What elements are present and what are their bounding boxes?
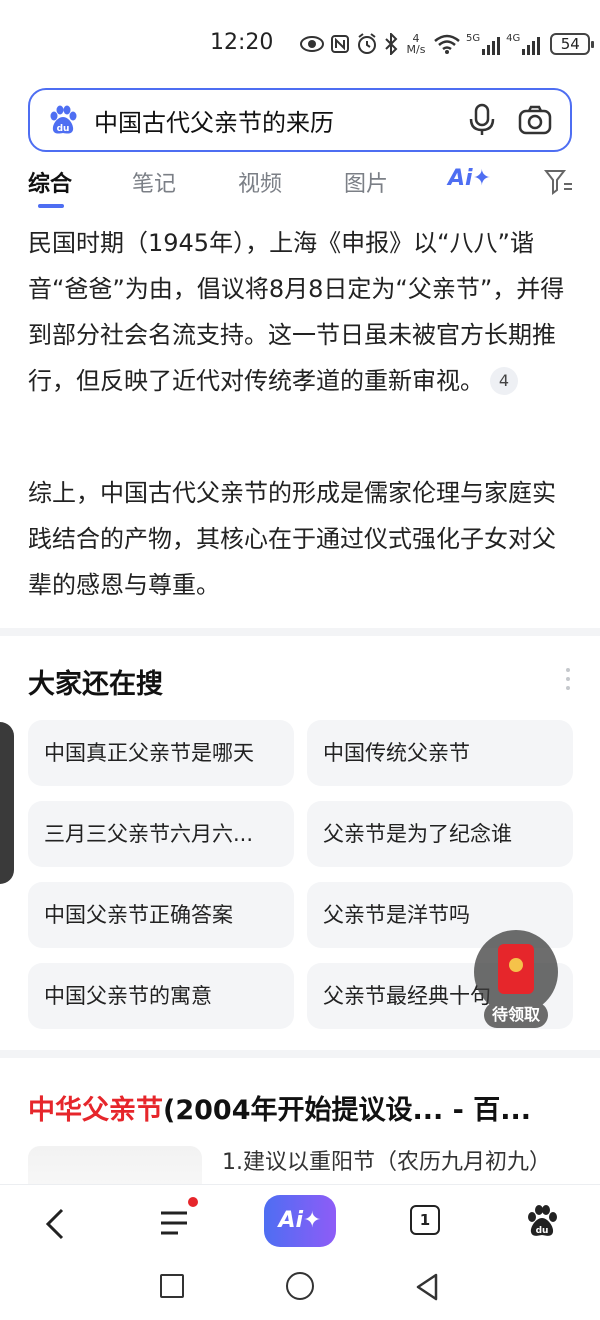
system-nav-bar xyxy=(0,1260,600,1320)
result-title-text: (2004年开始提议设... - 百... xyxy=(163,1095,532,1126)
network-speed: 4 M/s xyxy=(406,32,426,56)
microphone-icon[interactable] xyxy=(468,103,496,137)
search-input[interactable]: 中国古代父亲节的来历 xyxy=(94,103,468,138)
baidu-paw-icon[interactable]: du xyxy=(46,103,80,137)
recent-apps-button[interactable] xyxy=(160,1274,184,1298)
related-searches-title: 大家还在搜 xyxy=(28,669,163,700)
answer-summary: 综上，中国古代父亲节的形成是儒家伦理与家庭实践结合的产物，其核心在于通过仪式强化… xyxy=(28,479,556,599)
related-search-item[interactable]: 中国父亲节的寓意 xyxy=(28,963,294,1029)
battery-icon: 54 xyxy=(550,33,595,55)
status-bar: 12:20 4 M/s 5G 4G 54 xyxy=(0,0,600,84)
menu-icon[interactable] xyxy=(158,1209,190,1237)
nfc-icon xyxy=(331,35,349,53)
search-box[interactable]: du 中国古代父亲节的来历 xyxy=(28,88,572,152)
section-divider xyxy=(0,628,600,636)
more-options-icon[interactable] xyxy=(566,668,572,694)
side-drawer-handle[interactable] xyxy=(0,722,14,884)
system-back-icon[interactable] xyxy=(414,1272,440,1302)
related-search-item[interactable]: 三月三父亲节六月六... xyxy=(28,801,294,867)
filter-icon[interactable] xyxy=(544,168,574,196)
red-envelope-seal xyxy=(509,958,523,972)
signal-icon: 4G xyxy=(506,33,541,55)
tab-notes[interactable]: 笔记 xyxy=(132,166,176,198)
tab-comprehensive[interactable]: 综合 xyxy=(28,166,72,198)
bottom-toolbar: Ai✦ 1 du xyxy=(0,1184,600,1260)
status-icons: 4 M/s 5G 4G 54 xyxy=(300,30,595,58)
active-tab-indicator xyxy=(38,204,64,208)
baidu-home-icon[interactable]: du xyxy=(524,1203,560,1239)
citation-badge[interactable]: 4 xyxy=(490,367,518,395)
notification-dot xyxy=(188,1197,198,1207)
eye-icon xyxy=(300,36,324,52)
back-arrow-icon[interactable] xyxy=(42,1207,70,1241)
home-button[interactable] xyxy=(286,1272,314,1300)
ai-assistant-button[interactable]: Ai✦ xyxy=(264,1195,336,1247)
red-envelope-label: 待领取 xyxy=(484,1002,548,1028)
result-title-link[interactable]: 中华父亲节(2004年开始提议设... - 百... xyxy=(28,1088,531,1127)
answer-paragraph-text: 民国时期（1945年），上海《申报》以“八八”谐音“爸爸”为由，倡议将8月8日定… xyxy=(28,229,565,395)
tab-images[interactable]: 图片 xyxy=(344,166,388,198)
answer-paragraph: 民国时期（1945年），上海《申报》以“八八”谐音“爸爸”为由，倡议将8月8日定… xyxy=(28,220,578,404)
related-search-item[interactable]: 父亲节是为了纪念谁 xyxy=(307,801,573,867)
section-divider xyxy=(0,1050,600,1058)
tab-count-button[interactable]: 1 xyxy=(410,1205,440,1235)
related-search-item[interactable]: 中国父亲节正确答案 xyxy=(28,882,294,948)
svg-text:du: du xyxy=(536,1226,549,1236)
signal-icon: 5G xyxy=(466,33,501,55)
red-envelope-button[interactable]: 待领取 xyxy=(474,930,558,1028)
related-search-item[interactable]: 中国真正父亲节是哪天 xyxy=(28,720,294,786)
result-title-highlight: 中华父亲节 xyxy=(28,1095,163,1126)
svg-text:du: du xyxy=(57,124,70,134)
related-search-item[interactable]: 中国传统父亲节 xyxy=(307,720,573,786)
status-time: 12:20 xyxy=(210,30,274,55)
alarm-icon xyxy=(358,33,376,54)
result-snippet: 1.建议以重阳节（农历九月初九） xyxy=(222,1150,551,1175)
wifi-icon xyxy=(434,34,460,54)
bluetooth-icon xyxy=(385,33,398,55)
tab-video[interactable]: 视频 xyxy=(238,166,282,198)
tab-bar: 综合 笔记 视频 图片 xyxy=(0,160,600,210)
tab-ai[interactable]: Ai✦ xyxy=(448,166,491,191)
camera-icon[interactable] xyxy=(518,104,552,136)
